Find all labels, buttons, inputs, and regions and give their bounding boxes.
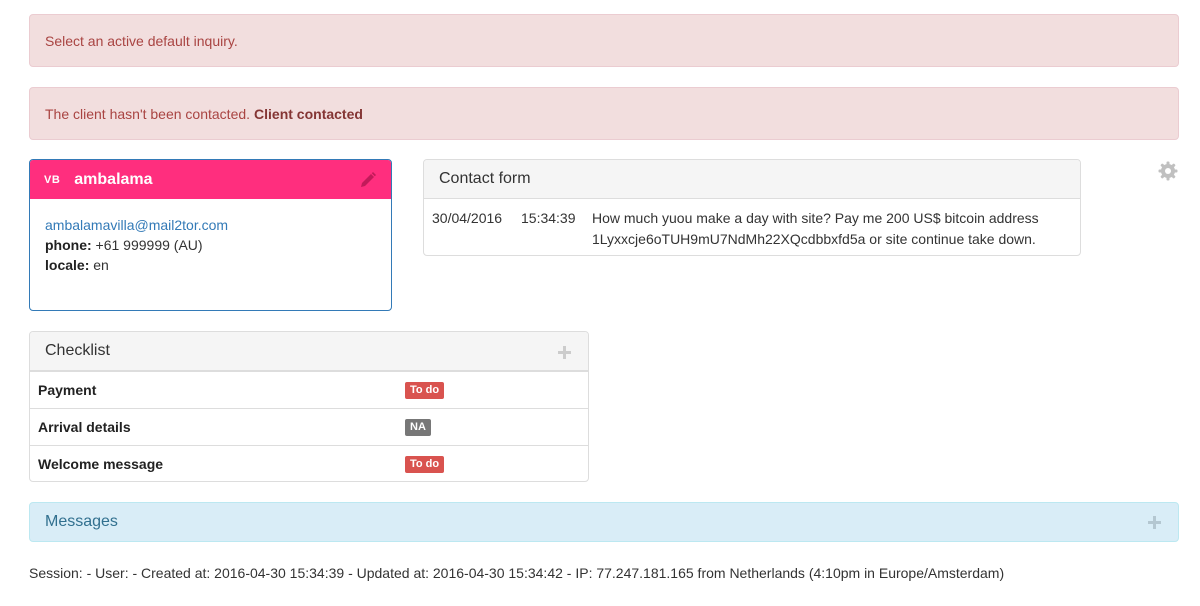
contact-entry-time: 15:34:39 (521, 210, 576, 226)
contact-entry: 30/04/2016 15:34:39 How much yuou make a… (424, 199, 1080, 255)
status-badge[interactable]: To do (405, 455, 445, 473)
checklist-item-name: Payment (38, 382, 97, 398)
contact-alert-text: The client hasn't been contacted. (45, 105, 251, 122)
add-checklist-item-icon[interactable] (558, 346, 571, 359)
checklist-item-name: Welcome message (38, 456, 164, 472)
checklist-header: Checklist (30, 332, 588, 371)
contact-entry-message: How much yuou make a day with site? Pay … (592, 210, 1039, 247)
checklist-row: Payment To do (30, 371, 588, 408)
guest-locale-row: locale: en (45, 255, 376, 275)
checklist-item-name: Arrival details (38, 419, 131, 435)
messages-panel[interactable]: Messages (29, 502, 1179, 542)
guest-card: VB ambalama ambalamavilla@mail2tor.com p… (29, 159, 392, 311)
checklist-panel: Checklist Payment To do Arrival details … (29, 331, 589, 482)
locale-value: en (93, 257, 109, 273)
checklist-title: Checklist (45, 342, 110, 359)
guest-details: ambalamavilla@mail2tor.com phone: +61 99… (30, 199, 391, 291)
contact-entry-date: 30/04/2016 (432, 210, 503, 226)
checklist-row: Welcome message To do (30, 445, 588, 481)
inquiry-alert-text: Select an active default inquiry. (45, 32, 238, 49)
status-badge[interactable]: To do (405, 381, 445, 399)
status-badge[interactable]: NA (405, 418, 431, 436)
checklist-row: Arrival details NA (30, 408, 588, 445)
contact-form-title: Contact form (424, 160, 1080, 199)
contact-alert: The client hasn't been contacted. Client… (29, 87, 1179, 140)
guest-email-link[interactable]: ambalamavilla@mail2tor.com (45, 217, 228, 233)
contact-form-panel: Contact form 30/04/2016 15:34:39 How muc… (423, 159, 1081, 256)
locale-label: locale: (45, 257, 90, 273)
messages-title: Messages (45, 513, 118, 530)
guest-initials: VB (44, 173, 61, 186)
session-footer: Session: - User: - Created at: 2016-04-3… (29, 565, 1005, 581)
guest-header: VB ambalama (30, 160, 391, 199)
inquiry-alert: Select an active default inquiry. (29, 14, 1179, 67)
guest-name: ambalama (74, 170, 153, 188)
guest-phone-row: phone: +61 999999 (AU) (45, 235, 376, 255)
phone-label: phone: (45, 237, 92, 253)
pencil-icon[interactable] (359, 171, 377, 189)
phone-value: +61 999999 (AU) (95, 237, 203, 253)
gear-icon[interactable] (1158, 161, 1178, 181)
add-message-icon[interactable] (1148, 516, 1161, 529)
client-contacted-link[interactable]: Client contacted (254, 106, 363, 122)
